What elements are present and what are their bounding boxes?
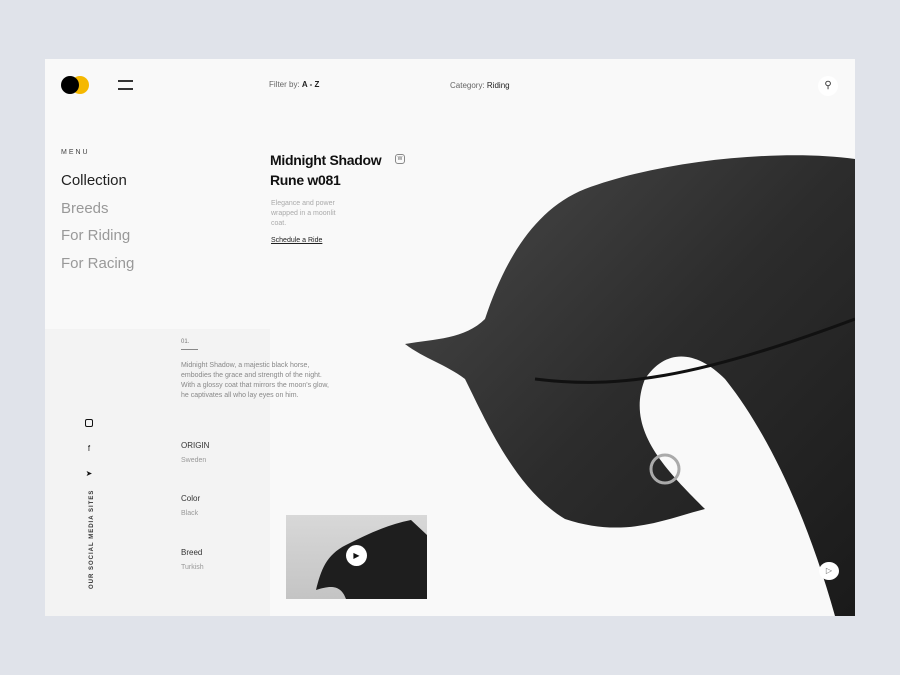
instagram-icon[interactable] <box>85 419 93 427</box>
play-icon[interactable]: ▶ <box>346 545 367 566</box>
filter-value: A - Z <box>301 80 320 89</box>
product-tagline: Elegance and power wrapped in a moonlit … <box>271 200 336 227</box>
menu-label: MENU <box>61 149 90 156</box>
category-value: Riding <box>486 81 510 90</box>
schedule-ride-link[interactable]: Schedule a Ride <box>271 237 322 244</box>
color-value: Black <box>181 510 199 517</box>
nav-breeds[interactable]: Breeds <box>61 200 109 217</box>
tag-icon[interactable]: ▷ <box>819 562 839 580</box>
color-label: Color <box>181 494 201 503</box>
video-thumbnail[interactable]: ▶ <box>286 515 427 599</box>
horse-image <box>405 155 855 616</box>
horse-description: Midnight Shadow, a majestic black horse,… <box>181 362 330 399</box>
origin-label: ORIGIN <box>181 441 210 450</box>
breed-value: Turkish <box>181 564 204 571</box>
product-badge: W <box>395 154 405 164</box>
nav-for-riding[interactable]: For Riding <box>61 227 130 244</box>
product-title: Midnight Shadow Rune w081 <box>270 152 382 188</box>
category-dropdown[interactable]: Category: Riding <box>450 81 510 90</box>
origin-value: Sweden <box>181 457 207 464</box>
hamburger-menu-icon[interactable] <box>118 80 133 90</box>
nav-collection[interactable]: Collection <box>61 172 127 189</box>
item-number: 01. <box>181 339 198 350</box>
page-frame: Filter by: A - Z Category: Riding ⚲ MENU… <box>45 59 855 616</box>
category-label: Category: <box>450 81 485 90</box>
social-media-label: OUR SOCIAL MEDIA SITES <box>89 489 95 589</box>
filter-label: Filter by: <box>269 80 300 89</box>
logo[interactable] <box>61 76 89 94</box>
filter-dropdown[interactable]: Filter by: A - Z <box>269 80 319 89</box>
breed-label: Breed <box>181 548 203 557</box>
twitter-icon[interactable]: ➤ <box>85 470 93 478</box>
facebook-icon[interactable]: f <box>85 445 93 453</box>
search-icon[interactable]: ⚲ <box>818 76 838 96</box>
nav-for-racing[interactable]: For Racing <box>61 255 134 272</box>
